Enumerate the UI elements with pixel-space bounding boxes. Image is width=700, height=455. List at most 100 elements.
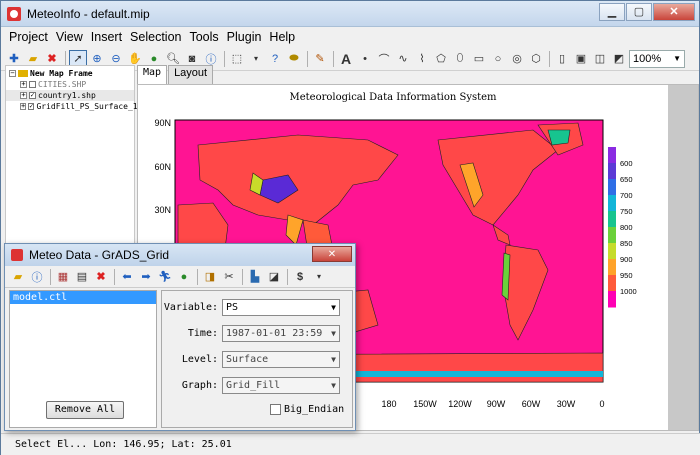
colorbar: 600 650 700 750 800 850 900 950 1000	[608, 147, 637, 308]
animate-icon[interactable]: 🏃︎	[156, 268, 174, 286]
layer-name: country1.shp	[38, 91, 96, 100]
dialog-close-button[interactable]: ✕	[312, 246, 352, 262]
view-tabs: Map Layout	[137, 65, 214, 84]
polygon-icon[interactable]: ⬠	[432, 50, 450, 68]
colorbar-segment	[608, 179, 616, 196]
info-icon[interactable]: ⓘ	[28, 268, 46, 286]
file-list-item[interactable]: model.ctl	[10, 291, 156, 304]
properties-panel: Variable: PS ▼ Time: 1987-01-01 23:59 ▼ …	[161, 290, 353, 428]
menu-insert[interactable]: Insert	[87, 30, 126, 44]
time-value: 1987-01-01 23:59	[226, 327, 323, 339]
expand-icon[interactable]: +	[20, 81, 27, 88]
remove-all-button[interactable]: Remove All	[46, 401, 124, 419]
close-button[interactable]: ✕	[653, 3, 695, 21]
colorbar-label: 1000	[620, 287, 637, 296]
curve-icon[interactable]: ∿	[394, 50, 412, 68]
chart-icon[interactable]: ▙	[246, 268, 264, 286]
time-select[interactable]: 1987-01-01 23:59 ▼	[222, 324, 340, 342]
lat-tick: 60N	[154, 162, 171, 172]
polyline-icon[interactable]: ⌒	[375, 50, 393, 68]
pentagon-icon[interactable]: ⬡	[527, 50, 545, 68]
lon-tick: 90W	[487, 399, 506, 409]
menu-selection[interactable]: Selection	[126, 30, 185, 44]
layer-checkbox[interactable]	[29, 81, 36, 88]
lat-tick: 90N	[154, 118, 171, 128]
layer-row[interactable]: + CITIES.SHP	[6, 79, 134, 90]
layer-checkbox[interactable]: ✓	[28, 103, 35, 110]
variable-label: Variable:	[163, 301, 218, 313]
text-icon[interactable]: A	[337, 50, 355, 68]
layer-row[interactable]: + ✓ GridFill_PS_Surface_19	[6, 101, 142, 112]
data-info-icon[interactable]: ▦	[54, 268, 72, 286]
big-endian-option[interactable]: Big_Endian	[270, 404, 344, 415]
remove-icon[interactable]: ✖	[92, 268, 110, 286]
level-select[interactable]: Surface ▼	[222, 350, 340, 368]
fit-map-icon[interactable]: ◩	[610, 50, 628, 68]
menu-view[interactable]: View	[52, 30, 87, 44]
settings-icon[interactable]: $	[291, 268, 309, 286]
arrow-left-icon[interactable]: ⬅	[118, 268, 136, 286]
time-label: Time:	[187, 327, 218, 339]
lon-tick: 120W	[448, 399, 472, 409]
chevron-down-icon: ▼	[331, 354, 336, 364]
status-bar: Select El... Lon: 146.95; Lat: 25.01	[1, 433, 700, 455]
graph-select[interactable]: Grid_Fill ▼	[222, 376, 340, 394]
dropdown-arrow-icon[interactable]: ▾	[247, 50, 265, 68]
arrow-right-icon[interactable]: ➡	[137, 268, 155, 286]
point-icon[interactable]: •	[356, 50, 374, 68]
colorbar-segment	[608, 259, 616, 276]
rectangle-icon[interactable]: ▭	[470, 50, 488, 68]
map-frame-icon	[18, 70, 28, 77]
file-list[interactable]: model.ctl Remove All	[9, 290, 157, 428]
maximize-button[interactable]: ▢	[626, 3, 652, 21]
table-icon[interactable]: ▤	[73, 268, 91, 286]
chevron-down-icon[interactable]: ▾	[310, 268, 328, 286]
refresh-icon[interactable]: ●	[175, 268, 193, 286]
colorbar-segment	[608, 227, 616, 244]
edit-icon[interactable]: ✎	[311, 50, 329, 68]
section-icon[interactable]: ◨	[201, 268, 219, 286]
lon-tick: 30W	[557, 399, 576, 409]
expand-icon[interactable]: +	[20, 92, 27, 99]
layer-row[interactable]: + ✓ country1.shp	[6, 90, 134, 101]
plot-icon[interactable]: ◪	[265, 268, 283, 286]
variable-select[interactable]: PS ▼	[222, 298, 340, 316]
map-frame-row[interactable]: − New Map Frame	[6, 68, 134, 79]
dialog-toolbar: ▰ ⓘ ▦ ▤ ✖ ⬅ ➡ 🏃︎ ● ◨ ✂ ▙ ◪ $ ▾	[5, 266, 355, 288]
select-rect-icon[interactable]: ⬚	[228, 50, 246, 68]
open-folder-icon[interactable]: ▰	[9, 268, 27, 286]
expand-icon[interactable]: +	[20, 103, 27, 110]
fit-page-icon[interactable]: ▣	[572, 50, 590, 68]
tools-icon[interactable]: ✂	[220, 268, 238, 286]
minimize-button[interactable]: ▁	[599, 3, 625, 21]
time-row: Time: 1987-01-01 23:59 ▼	[162, 324, 352, 342]
menu-plugin[interactable]: Plugin	[223, 30, 266, 44]
collapse-icon[interactable]: −	[9, 70, 16, 77]
layer-checkbox[interactable]: ✓	[29, 92, 36, 99]
menu-help[interactable]: Help	[265, 30, 299, 44]
colorbar-label: 900	[620, 255, 633, 264]
colorbar-segment	[608, 211, 616, 228]
tab-layout[interactable]: Layout	[168, 65, 214, 84]
label-icon[interactable]: ⬬	[285, 50, 303, 68]
big-endian-checkbox[interactable]	[270, 404, 281, 415]
canvas-margin	[668, 85, 698, 430]
menu-project[interactable]: Project	[5, 30, 52, 44]
help-icon[interactable]: ?	[266, 50, 284, 68]
dialog-title-bar: Meteo Data - GrADS_Grid ✕	[5, 244, 355, 266]
colorbar-segment	[608, 275, 616, 292]
freehand-icon[interactable]: ⌇	[413, 50, 431, 68]
curve-polygon-icon[interactable]: ⬯	[451, 50, 469, 68]
circle-icon[interactable]: ○	[489, 50, 507, 68]
greenland-ice	[547, 129, 571, 146]
tab-map[interactable]: Map	[137, 65, 168, 84]
page-icon[interactable]: ▯	[553, 50, 571, 68]
dialog-app-icon	[11, 249, 23, 261]
zoom-select[interactable]: 100% ▼	[629, 49, 685, 68]
ellipse-icon[interactable]: ◎	[508, 50, 526, 68]
variable-value: PS	[226, 301, 239, 313]
chevron-down-icon: ▼	[331, 380, 336, 390]
fit-width-icon[interactable]: ◫	[591, 50, 609, 68]
lon-tick: 150W	[413, 399, 437, 409]
menu-tools[interactable]: Tools	[185, 30, 222, 44]
